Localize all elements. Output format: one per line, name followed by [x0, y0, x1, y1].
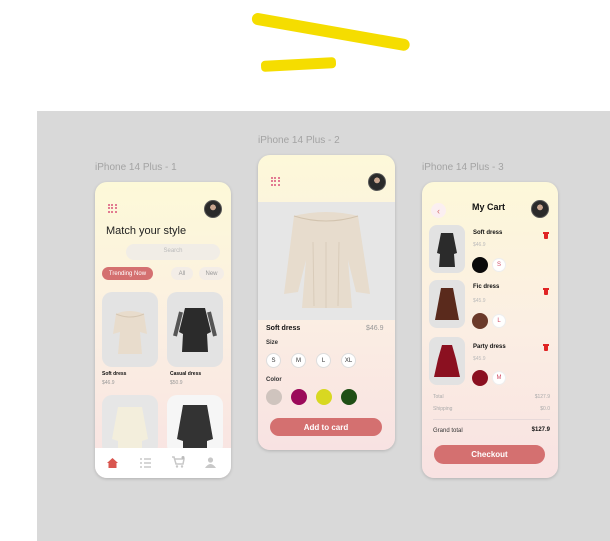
avatar[interactable] — [368, 173, 386, 191]
color-swatch[interactable] — [341, 389, 357, 405]
size-option-label: XL — [344, 357, 353, 364]
search-input[interactable]: Search — [126, 244, 220, 260]
shipping-label: Shipping — [433, 406, 453, 412]
blazer-image — [177, 405, 213, 451]
grand-total-label: Grand total — [433, 428, 463, 434]
product-card[interactable] — [102, 292, 158, 367]
item-name: Fic dress — [473, 284, 500, 290]
size-option-label: M — [296, 357, 301, 364]
shipping-value: $0.0 — [540, 406, 550, 412]
dress-image — [434, 345, 460, 377]
item-size-label: S — [496, 262, 501, 268]
back-button[interactable]: ‹ — [431, 203, 446, 218]
item-name: Party dress — [473, 344, 506, 350]
product-card[interactable] — [167, 395, 223, 455]
item-name: Soft dress — [473, 230, 503, 236]
item-color — [472, 313, 488, 329]
product-name: Soft dress — [102, 371, 127, 377]
color-swatch[interactable] — [266, 389, 282, 405]
item-size: M — [492, 371, 506, 385]
color-swatch[interactable] — [291, 389, 307, 405]
item-size: L — [492, 314, 506, 328]
size-option-s[interactable]: S — [266, 353, 281, 368]
size-option-label: S — [271, 357, 276, 364]
item-color — [472, 257, 488, 273]
item-size: S — [492, 258, 506, 272]
dress-image — [435, 288, 459, 320]
tab-new[interactable]: New — [199, 267, 224, 280]
button-label: Checkout — [471, 450, 508, 459]
divider — [433, 419, 550, 420]
grand-total-value: $127.9 — [531, 427, 550, 433]
search-placeholder: Search — [163, 248, 183, 254]
page-title: My Cart — [472, 202, 506, 212]
product-name: Soft dress — [266, 325, 301, 332]
sweater-image — [112, 407, 148, 449]
dress-image — [284, 212, 370, 308]
item-image[interactable] — [429, 225, 465, 273]
size-option-l[interactable]: L — [316, 353, 331, 368]
profile-icon[interactable] — [205, 457, 216, 468]
product-price: $50.9 — [170, 380, 183, 386]
total-value: $127.9 — [534, 394, 550, 400]
menu-grid-icon[interactable] — [271, 177, 280, 186]
item-size-label: L — [497, 318, 501, 324]
chevron-left-icon: ‹ — [437, 205, 440, 216]
tab-label: Trending Now — [108, 270, 147, 277]
avatar[interactable] — [531, 200, 549, 218]
product-image — [258, 202, 395, 320]
avatar[interactable] — [204, 200, 222, 218]
checkout-button[interactable]: Checkout — [434, 445, 545, 464]
tab-trending-now[interactable]: Trending Now — [102, 267, 153, 280]
trash-icon[interactable] — [543, 232, 549, 239]
bottom-nav — [95, 448, 231, 478]
product-price: $46.9 — [366, 325, 384, 332]
home-screen: Match your style Search Trending Now All… — [95, 182, 231, 478]
dress-image — [173, 308, 217, 352]
item-price: $45.9 — [473, 356, 486, 362]
size-label: Size — [266, 340, 279, 346]
frame-label[interactable]: iPhone 14 Plus - 3 — [422, 162, 504, 173]
size-option-label: L — [321, 357, 326, 364]
item-price: $45.9 — [473, 298, 486, 304]
add-to-cart-button[interactable]: Add to card — [270, 418, 382, 436]
cart-screen: ‹ My Cart Soft dress $46.9 S Fic dress $… — [422, 182, 558, 478]
product-detail-screen: Soft dress $46.9 Size S M L XL Color Add… — [258, 155, 395, 450]
item-image[interactable] — [429, 280, 465, 328]
frame-label[interactable]: iPhone 14 Plus - 2 — [258, 135, 340, 146]
dress-image — [113, 311, 147, 354]
tab-all[interactable]: All — [171, 267, 193, 280]
item-size-label: M — [496, 375, 502, 381]
cart-icon[interactable] — [172, 456, 185, 468]
color-swatch[interactable] — [316, 389, 332, 405]
item-color — [472, 370, 488, 386]
product-card[interactable] — [102, 395, 158, 455]
product-card[interactable] — [167, 292, 223, 367]
tab-label: All — [178, 270, 186, 277]
list-icon[interactable] — [140, 458, 151, 468]
page-title: Match your style — [106, 225, 187, 237]
product-name: Casual dress — [170, 371, 202, 377]
dress-image — [437, 233, 457, 267]
trash-icon[interactable] — [543, 288, 549, 295]
product-price: $46.9 — [102, 380, 115, 386]
item-image[interactable] — [429, 337, 465, 385]
frame-label[interactable]: iPhone 14 Plus - 1 — [95, 162, 177, 173]
yellow-marker-stroke — [260, 57, 337, 72]
home-icon[interactable] — [107, 458, 118, 468]
yellow-marker-stroke — [250, 12, 411, 52]
menu-grid-icon[interactable] — [108, 204, 117, 213]
size-option-xl[interactable]: XL — [341, 353, 356, 368]
size-option-m[interactable]: M — [291, 353, 306, 368]
item-price: $46.9 — [473, 242, 486, 248]
figma-canvas-screenshot: iPhone 14 Plus - 1 iPhone 14 Plus - 2 iP… — [0, 0, 610, 541]
total-label: Total — [433, 394, 444, 400]
button-label: Add to card — [303, 422, 349, 432]
color-label: Color — [266, 377, 282, 383]
trash-icon[interactable] — [543, 344, 549, 351]
tab-label: New — [205, 270, 218, 277]
